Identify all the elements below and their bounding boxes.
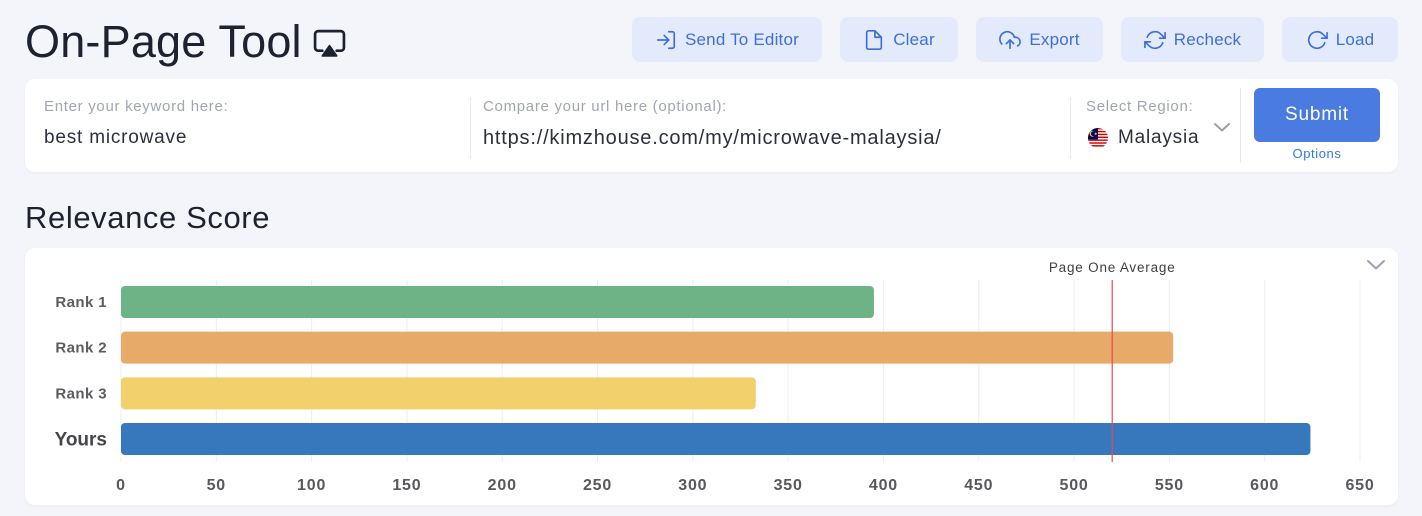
- x-tick-label: 650: [1345, 477, 1374, 494]
- x-tick-label: 450: [964, 477, 993, 494]
- x-tick-label: 100: [297, 477, 326, 494]
- x-tick-label: 0: [116, 477, 126, 494]
- x-tick-label: 200: [488, 477, 517, 494]
- keyword-label: Enter your keyword here:: [44, 98, 229, 115]
- page-title: On-Page Tool: [25, 19, 346, 65]
- bar-rank-2: [121, 331, 1174, 364]
- relevance-bar-chart: Rank 1 Rank 2 Rank 3 Yours Page One Average 0…: [55, 260, 1374, 494]
- clear-label: Clear: [893, 29, 935, 49]
- page-one-average-label: Page One Average: [1049, 260, 1176, 275]
- file-icon: [866, 29, 883, 50]
- category-label-rank-3: Rank 3: [55, 385, 107, 402]
- x-tick-label: 250: [583, 477, 612, 494]
- region-value: Malaysia: [1118, 127, 1200, 148]
- keyword-input[interactable]: [44, 126, 454, 150]
- region-label: Select Region:: [1086, 98, 1194, 115]
- x-tick-label: 550: [1155, 477, 1184, 494]
- x-tick-label: 350: [774, 477, 803, 494]
- relevance-chart-card: Rank 1 Rank 2 Rank 3 Yours Page One Average 0…: [25, 248, 1398, 505]
- compare-url-label: Compare your url here (optional):: [483, 98, 728, 115]
- search-form-card: Enter your keyword here: Compare your ur…: [25, 79, 1398, 172]
- page-title-text: On-Page Tool: [25, 16, 302, 67]
- toolbar: Send To Editor Clear Export Recheck Load: [632, 17, 1398, 62]
- x-tick-label: 50: [207, 477, 226, 494]
- rotate-cw-icon: [1307, 30, 1328, 49]
- export-label: Export: [1029, 29, 1080, 49]
- category-label-rank-2: Rank 2: [55, 340, 107, 357]
- bar-rank-3: [121, 377, 756, 410]
- malaysia-flag-icon: [1088, 128, 1108, 148]
- chevron-down-icon[interactable]: [1213, 120, 1231, 132]
- send-to-editor-button[interactable]: Send To Editor: [632, 17, 822, 62]
- chevron-down-icon[interactable]: [1366, 258, 1386, 271]
- x-tick-label: 400: [869, 477, 898, 494]
- category-label-yours: Yours: [55, 430, 107, 451]
- clear-button[interactable]: Clear: [840, 17, 958, 62]
- submit-button[interactable]: Submit: [1254, 88, 1380, 142]
- recheck-button[interactable]: Recheck: [1121, 17, 1264, 62]
- sign-in-icon: [656, 30, 676, 49]
- send-to-editor-label: Send To Editor: [684, 29, 799, 49]
- relevance-score-heading: Relevance Score: [25, 200, 271, 235]
- field-divider: [1240, 88, 1241, 163]
- cloud-upload-icon: [999, 30, 1022, 49]
- x-tick-label: 300: [678, 477, 707, 494]
- x-tick-label: 500: [1060, 477, 1089, 494]
- x-tick-label: 600: [1250, 477, 1279, 494]
- recheck-label: Recheck: [1173, 29, 1242, 49]
- options-link[interactable]: Options: [1254, 146, 1380, 162]
- load-button[interactable]: Load: [1282, 17, 1398, 62]
- field-divider: [1070, 97, 1071, 159]
- bar-yours: [121, 423, 1311, 456]
- category-label-rank-1: Rank 1: [55, 294, 107, 311]
- cast-icon[interactable]: [313, 29, 346, 58]
- field-divider: [470, 97, 471, 159]
- region-select[interactable]: Select Region: Malaysia: [1086, 93, 1236, 159]
- bar-rank-1: [121, 286, 874, 318]
- load-label: Load: [1335, 29, 1375, 49]
- export-button[interactable]: Export: [976, 17, 1103, 62]
- x-tick-label: 150: [392, 477, 421, 494]
- compare-url-input[interactable]: [483, 126, 1058, 150]
- refresh-icon: [1143, 30, 1166, 49]
